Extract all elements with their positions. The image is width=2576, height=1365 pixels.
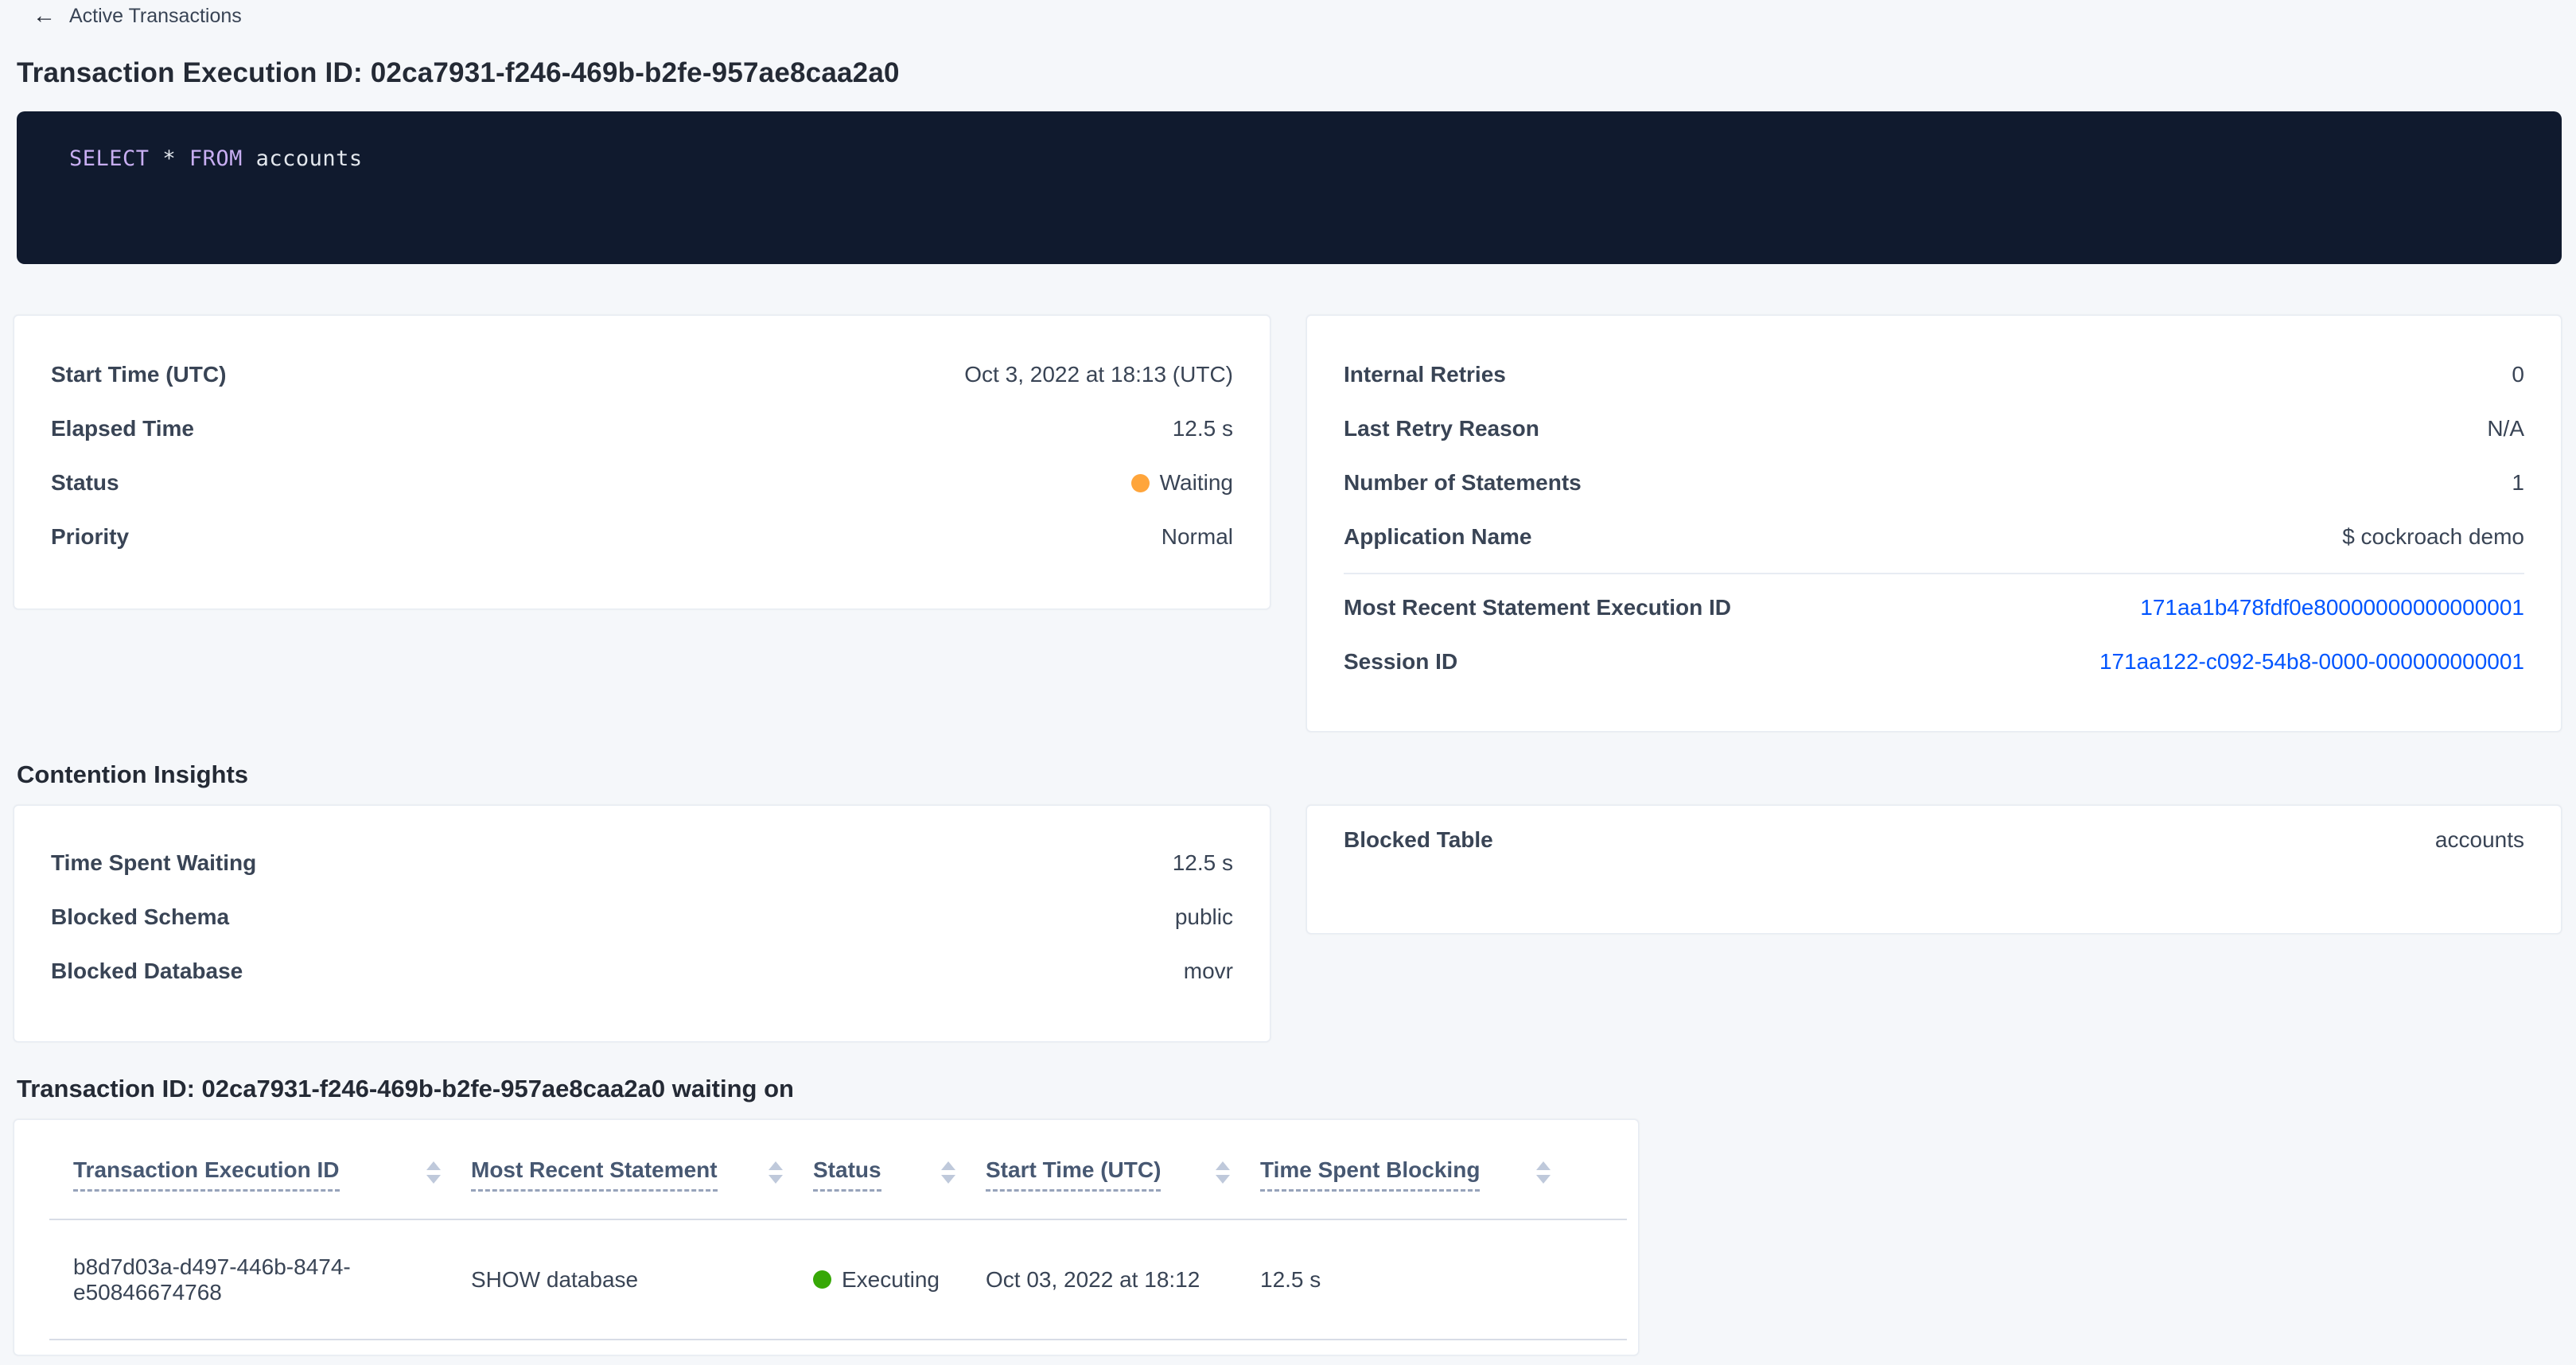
card-divider — [1344, 573, 2524, 574]
column-header-label[interactable]: Start Time (UTC) — [986, 1158, 1161, 1192]
detail-label: Blocked Schema — [51, 904, 229, 930]
table-row: b8d7d03a-d497-446b-8474-e50846674768 SHO… — [14, 1220, 1638, 1339]
sort-arrows-icon[interactable] — [1216, 1161, 1230, 1184]
status-value: Waiting — [1131, 470, 1233, 496]
column-header-transaction-execution-id[interactable]: Transaction Execution ID — [14, 1158, 471, 1192]
execution-summary-card: Internal Retries 0 Last Retry Reason N/A… — [1306, 315, 2562, 732]
table-divider — [49, 1339, 1627, 1340]
detail-value: accounts — [2435, 827, 2524, 853]
detail-row-elapsed-time: Elapsed Time 12.5 s — [51, 402, 1233, 456]
page-title: Transaction Execution ID: 02ca7931-f246-… — [17, 57, 900, 89]
detail-label: Internal Retries — [1344, 362, 1506, 387]
status-waiting-dot-icon — [1131, 474, 1150, 492]
detail-label: Application Name — [1344, 524, 1531, 550]
detail-label: Blocked Table — [1344, 827, 1493, 853]
sql-statement-box: SELECT * FROM accounts — [17, 111, 2562, 264]
cell-status: Executing — [813, 1267, 986, 1293]
contention-insights-heading: Contention Insights — [17, 760, 248, 789]
detail-label: Last Retry Reason — [1344, 416, 1539, 441]
detail-row-blocked-table: Blocked Table accounts — [1344, 813, 2524, 867]
active-transaction-details-page: ← Active Transactions Transaction Execut… — [0, 0, 2576, 1365]
detail-label: Blocked Database — [51, 959, 243, 984]
sort-arrows-icon[interactable] — [426, 1161, 441, 1184]
detail-label: Elapsed Time — [51, 416, 194, 441]
breadcrumb[interactable]: ← Active Transactions — [33, 5, 242, 28]
column-header-label[interactable]: Transaction Execution ID — [73, 1158, 340, 1192]
breadcrumb-label[interactable]: Active Transactions — [69, 5, 242, 28]
detail-value: 12.5 s — [1173, 850, 1233, 876]
waiting-on-table-card: Transaction Execution ID Most Recent Sta… — [14, 1119, 1639, 1355]
detail-value: public — [1175, 904, 1233, 930]
detail-value: Normal — [1162, 524, 1233, 550]
detail-label: Most Recent Statement Execution ID — [1344, 595, 1731, 620]
column-header-time-spent-blocking[interactable]: Time Spent Blocking — [1260, 1158, 1581, 1192]
detail-value: 0 — [2512, 362, 2524, 387]
detail-value: $ cockroach demo — [2342, 524, 2524, 550]
statement-execution-id-link[interactable]: 171aa1b478fdf0e80000000000000001 — [2140, 595, 2524, 620]
detail-row-internal-retries: Internal Retries 0 — [1344, 348, 2524, 402]
session-id-link[interactable]: 171aa122-c092-54b8-0000-000000000001 — [2099, 649, 2524, 675]
sort-arrows-icon[interactable] — [1536, 1161, 1551, 1184]
transaction-summary-card: Start Time (UTC) Oct 3, 2022 at 18:13 (U… — [14, 315, 1270, 609]
detail-row-blocked-schema: Blocked Schema public — [51, 890, 1233, 944]
cell-most-recent-statement: SHOW database — [471, 1267, 813, 1293]
detail-value: movr — [1184, 959, 1233, 984]
detail-row-statement-execution-id: Most Recent Statement Execution ID 171aa… — [1344, 581, 2524, 635]
back-arrow-icon[interactable]: ← — [33, 5, 56, 28]
detail-row-session-id: Session ID 171aa122-c092-54b8-0000-00000… — [1344, 635, 2524, 689]
sort-arrows-icon[interactable] — [769, 1161, 783, 1184]
detail-label: Status — [51, 470, 119, 496]
detail-label: Priority — [51, 524, 129, 550]
detail-row-application-name: Application Name $ cockroach demo — [1344, 510, 2524, 564]
column-header-start-time[interactable]: Start Time (UTC) — [986, 1158, 1260, 1192]
sql-keyword-select: SELECT — [69, 146, 150, 171]
column-header-most-recent-statement[interactable]: Most Recent Statement — [471, 1158, 813, 1192]
column-header-label[interactable]: Status — [813, 1158, 881, 1192]
sort-arrows-icon[interactable] — [941, 1161, 955, 1184]
column-header-label[interactable]: Time Spent Blocking — [1260, 1158, 1480, 1192]
status-text: Waiting — [1160, 470, 1233, 496]
detail-row-time-spent-waiting: Time Spent Waiting 12.5 s — [51, 836, 1233, 890]
sql-table-name: accounts — [256, 146, 363, 171]
column-header-label[interactable]: Most Recent Statement — [471, 1158, 718, 1192]
detail-row-status: Status Waiting — [51, 456, 1233, 510]
detail-value: N/A — [2487, 416, 2524, 441]
detail-label: Time Spent Waiting — [51, 850, 256, 876]
detail-row-blocked-database: Blocked Database movr — [51, 944, 1233, 998]
detail-row-last-retry-reason: Last Retry Reason N/A — [1344, 402, 2524, 456]
detail-label: Session ID — [1344, 649, 1457, 675]
column-header-status[interactable]: Status — [813, 1158, 986, 1192]
cell-start-time: Oct 03, 2022 at 18:12 — [986, 1267, 1260, 1293]
detail-label: Start Time (UTC) — [51, 362, 226, 387]
table-header-row: Transaction Execution ID Most Recent Sta… — [14, 1120, 1638, 1219]
detail-row-number-of-statements: Number of Statements 1 — [1344, 456, 2524, 510]
detail-value: Oct 3, 2022 at 18:13 (UTC) — [964, 362, 1233, 387]
status-executing-dot-icon — [813, 1270, 831, 1289]
contention-right-card: Blocked Table accounts — [1306, 805, 2562, 934]
waiting-on-heading: Transaction ID: 02ca7931-f246-469b-b2fe-… — [17, 1075, 794, 1103]
sql-keyword-from: FROM — [189, 146, 243, 171]
detail-row-start-time: Start Time (UTC) Oct 3, 2022 at 18:13 (U… — [51, 348, 1233, 402]
contention-left-card: Time Spent Waiting 12.5 s Blocked Schema… — [14, 805, 1270, 1042]
sql-statement: SELECT * FROM accounts — [69, 146, 363, 171]
cell-transaction-execution-id: b8d7d03a-d497-446b-8474-e50846674768 — [14, 1254, 471, 1305]
detail-row-priority: Priority Normal — [51, 510, 1233, 564]
status-text: Executing — [842, 1267, 940, 1293]
sql-operator-star: * — [162, 146, 176, 171]
detail-value: 12.5 s — [1173, 416, 1233, 441]
detail-value: 1 — [2512, 470, 2524, 496]
detail-label: Number of Statements — [1344, 470, 1582, 496]
cell-time-spent-blocking: 12.5 s — [1260, 1267, 1581, 1293]
